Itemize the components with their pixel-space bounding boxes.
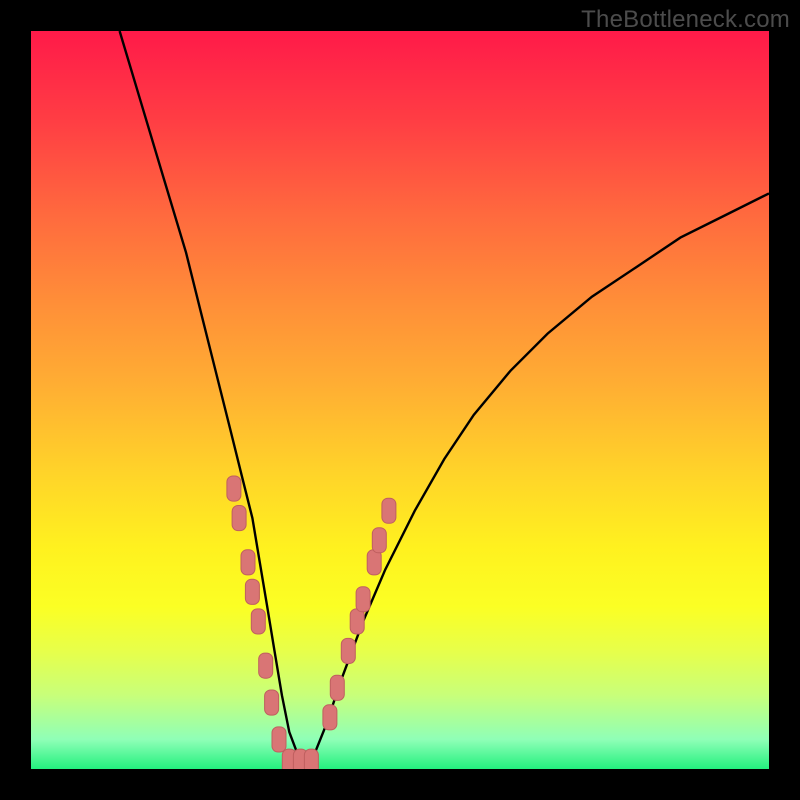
curve-marker [259,653,273,678]
curve-marker [232,506,246,531]
bottleneck-curve [120,31,769,762]
curve-marker [227,476,241,501]
curve-marker [330,675,344,700]
curve-marker [367,550,381,575]
curve-marker [323,705,337,730]
curve-marker [382,498,396,523]
curve-marker [241,550,255,575]
curve-marker [245,579,259,604]
curve-marker [372,528,386,553]
curve-marker [251,609,265,634]
chart-frame: TheBottleneck.com [0,0,800,800]
curve-marker [304,749,318,769]
curve-marker [356,587,370,612]
chart-plot-area [31,31,769,769]
curve-marker [272,727,286,752]
curve-marker [265,690,279,715]
chart-svg-layer [31,31,769,769]
curve-marker [350,609,364,634]
watermark-text: TheBottleneck.com [581,6,790,34]
curve-marker [341,638,355,663]
